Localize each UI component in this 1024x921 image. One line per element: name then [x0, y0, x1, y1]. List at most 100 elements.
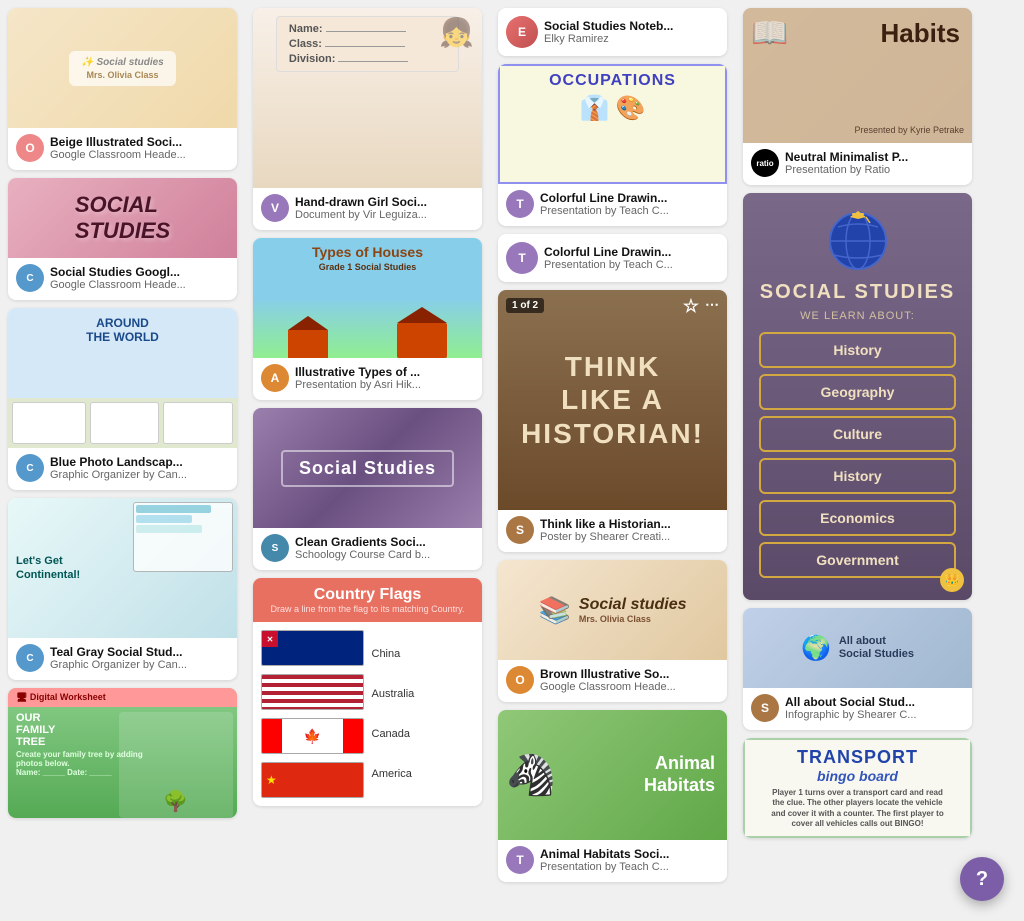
card-social-banner[interactable]: SOCIALSTUDIES C Social Studies Googl... …	[8, 178, 237, 300]
animal-habitats-text: AnimalHabitats	[644, 753, 715, 796]
ss-tag-history1: History	[759, 332, 956, 368]
around-world-title: AROUNDTHE WORLD	[8, 316, 237, 344]
ss-tag-economics: Economics	[759, 500, 956, 536]
card-subtitle-colorful: Presentation by Teach C...	[544, 259, 719, 271]
column-3: E Social Studies Noteb... Elky Ramirez O…	[490, 0, 735, 890]
star-icon[interactable]: ☆	[683, 296, 699, 317]
card-subtitle-habits: Presentation by Ratio	[785, 164, 964, 176]
card-girl-soci[interactable]: Name: Class: Division: 👧 V Hand-drawn Gi…	[253, 8, 482, 230]
ss-tag-culture: Culture	[759, 416, 956, 452]
globe-icon	[826, 209, 890, 273]
card-subtitle-around: Graphic Organizer by Can...	[50, 469, 229, 481]
card-title-soc-banner: Social Studies Googl...	[50, 265, 229, 279]
avatar-types: A	[261, 364, 289, 392]
card-title-beige: Beige Illustrated Soci...	[50, 135, 229, 149]
all-about-img-text: All aboutSocial Studies	[839, 635, 914, 661]
country-australia: Australia	[372, 688, 475, 700]
crown-badge: 👑	[940, 568, 964, 592]
avatar-soc-banner: C	[16, 264, 44, 292]
card-title-noteb: Social Studies Noteb...	[544, 19, 719, 33]
card-colorful[interactable]: T Colorful Line Drawin... Presentation b…	[498, 234, 727, 282]
card-occupations[interactable]: OCCUPATIONS 👔 🎨 T Colorful Line Drawin..…	[498, 64, 727, 226]
card-subtitle-soc-banner: Google Classroom Heade...	[50, 279, 229, 291]
avatar-girl: V	[261, 194, 289, 222]
habits-presented: Presented by Kyrie Petrake	[854, 125, 964, 135]
card-types-houses[interactable]: Types of Houses Grade 1 Social Studies A	[253, 238, 482, 400]
avatar-around: C	[16, 454, 44, 482]
card-title-occupations: Colorful Line Drawin...	[540, 191, 719, 205]
card-noteb[interactable]: E Social Studies Noteb... Elky Ramirez	[498, 8, 727, 56]
ss-card-subtitle: WE LEARN ABOUT:	[800, 310, 915, 322]
card-title-historian: Think like a Historian...	[540, 517, 719, 531]
ss-tag-geography: Geography	[759, 374, 956, 410]
avatar-habits: ratio	[751, 149, 779, 177]
card-title-girl: Hand-drawn Girl Soci...	[295, 195, 474, 209]
avatar-beige: O	[16, 134, 44, 162]
bingo-subtitle: bingo board	[817, 768, 898, 784]
card-transport[interactable]: TRANSPORT bingo board Player 1 turns ove…	[743, 738, 972, 838]
card-brown-so[interactable]: 📚 Social studies Mrs. Olivia Class O Bro…	[498, 560, 727, 702]
card-title-all-about: All about Social Stud...	[785, 695, 964, 709]
main-grid: ✨ Social studies Mrs. Olivia Class O Bei…	[0, 0, 1024, 890]
card-subtitle-lets: Graphic Organizer by Can...	[50, 659, 229, 671]
card-subtitle-beige: Google Classroom Heade...	[50, 149, 229, 161]
avatar-clean: S	[261, 534, 289, 562]
bingo-instructions: Player 1 turns over a transport card and…	[771, 788, 943, 830]
clean-grad-title: Social Studies	[299, 458, 436, 479]
card-title-types: Illustrative Types of ...	[295, 365, 474, 379]
card-subtitle-brown: Google Classroom Heade...	[540, 681, 719, 693]
ss-card-title: SOCIAL STUDIES	[760, 281, 955, 304]
badge-1of2: 1 of 2	[506, 298, 544, 313]
card-lets-get[interactable]: Let's GetContinental! C Teal Gray Social…	[8, 498, 237, 680]
card-subtitle-clean: Schoology Course Card b...	[295, 549, 474, 561]
habits-title: Habits	[881, 20, 960, 46]
column-1: ✨ Social studies Mrs. Olivia Class O Bei…	[0, 0, 245, 890]
avatar-noteb: E	[506, 16, 538, 48]
column-2: Name: Class: Division: 👧 V Hand-drawn Gi…	[245, 0, 490, 890]
card-social-dark[interactable]: SOCIAL STUDIES WE LEARN ABOUT: History G…	[743, 193, 972, 600]
card-historian[interactable]: THINKLIKE AHISTORIAN! 1 of 2 ☆ ⋯ S Think…	[498, 290, 727, 552]
help-button[interactable]: ?	[960, 857, 1004, 901]
ss-tag-government: Government	[759, 542, 956, 578]
card-subtitle-noteb: Elky Ramirez	[544, 33, 719, 45]
card-clean-gradients[interactable]: Social Studies S Clean Gradients Soci...…	[253, 408, 482, 570]
card-title-habits: Neutral Minimalist P...	[785, 150, 964, 164]
card-subtitle-occupations: Presentation by Teach C...	[540, 205, 719, 217]
card-subtitle-all-about: Infographic by Shearer C...	[785, 709, 964, 721]
card-beige-soci[interactable]: ✨ Social studies Mrs. Olivia Class O Bei…	[8, 8, 237, 170]
country-america: America	[372, 768, 475, 780]
avatar-colorful: T	[506, 242, 538, 274]
card-subtitle-historian: Poster by Shearer Creati...	[540, 531, 719, 543]
avatar-occupations: T	[506, 190, 534, 218]
avatar-brown: O	[506, 666, 534, 694]
card-title-animal: Animal Habitats Soci...	[540, 847, 719, 861]
card-animal-habitats[interactable]: 🦓 AnimalHabitats T Animal Habitats Soci.…	[498, 710, 727, 882]
card-country-flags[interactable]: Country Flags Draw a line from the flag …	[253, 578, 482, 806]
flags-instruction: Draw a line from the flag to its matchin…	[261, 604, 474, 614]
card-subtitle-types: Presentation by Asri Hik...	[295, 379, 474, 391]
ss-tag-history2: History	[759, 458, 956, 494]
card-title-colorful: Colorful Line Drawin...	[544, 245, 719, 259]
card-title-lets: Teal Gray Social Stud...	[50, 645, 229, 659]
card-family-tree[interactable]: 🖥 Digital Worksheet OURFAMILYTREE Create…	[8, 688, 237, 818]
card-title-around: Blue Photo Landscap...	[50, 455, 229, 469]
card-title-brown: Brown Illustrative So...	[540, 667, 719, 681]
card-habits[interactable]: Habits Presented by Kyrie Petrake 📖 rati…	[743, 8, 972, 185]
transport-title: TRANSPORT	[797, 747, 918, 768]
avatar-animal: T	[506, 846, 534, 874]
card-title-clean: Clean Gradients Soci...	[295, 535, 474, 549]
country-canada: Canada	[372, 728, 475, 740]
types-title: Types of Houses	[253, 244, 482, 260]
avatar-all-about: S	[751, 694, 779, 722]
types-subtitle: Grade 1 Social Studies	[253, 262, 482, 272]
card-all-about[interactable]: 🌍 All aboutSocial Studies S All about So…	[743, 608, 972, 730]
country-china: China	[372, 648, 475, 660]
card-subtitle-girl: Document by Vir Leguiza...	[295, 209, 474, 221]
column-4: Habits Presented by Kyrie Petrake 📖 rati…	[735, 0, 980, 890]
brown-so-title: Social studies	[579, 596, 687, 614]
occupations-title: OCCUPATIONS	[549, 72, 676, 90]
flags-title: Country Flags	[261, 586, 474, 604]
card-around-world[interactable]: AROUNDTHE WORLD C Blue Photo Landscap...…	[8, 308, 237, 490]
avatar-historian: S	[506, 516, 534, 544]
more-options-icon[interactable]: ⋯	[705, 296, 719, 317]
